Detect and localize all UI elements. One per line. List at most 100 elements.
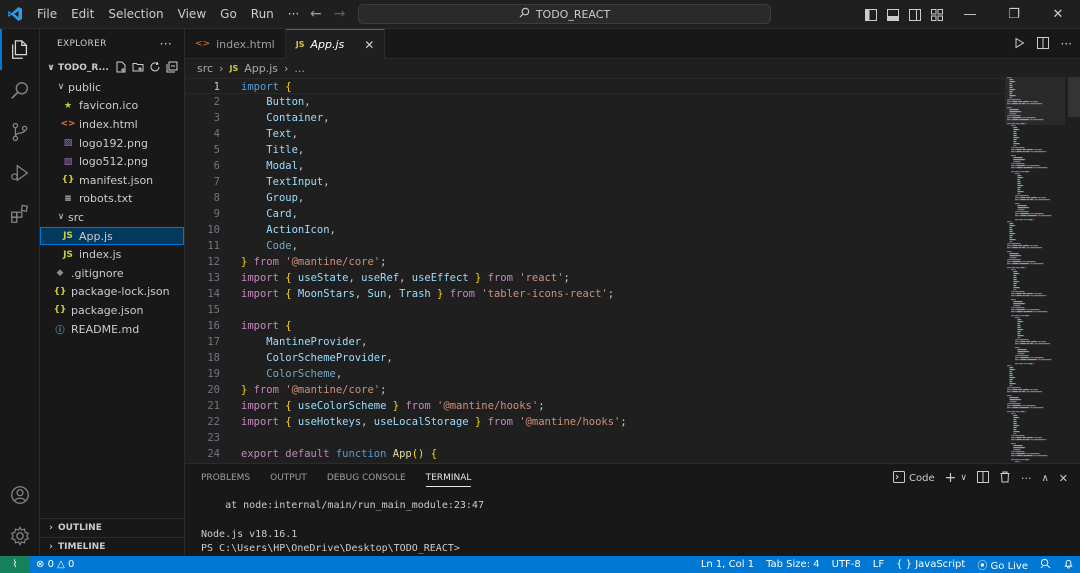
menu-item[interactable]: File xyxy=(30,0,64,29)
run-file-icon[interactable] xyxy=(1013,37,1025,52)
file-row[interactable]: JS index.js xyxy=(40,245,184,264)
encoding[interactable]: UTF-8 xyxy=(826,559,867,570)
minimap[interactable] xyxy=(1005,77,1065,509)
menu-item[interactable]: Go xyxy=(213,0,244,29)
code-editor[interactable]: 1 import {2 Button, 3 Container, 4 Text, 5 T… xyxy=(185,77,1005,463)
new-file-icon[interactable] xyxy=(115,61,127,76)
tab-label: App.js xyxy=(310,38,345,51)
tab-label: index.html xyxy=(216,37,275,51)
terminal-shell-label[interactable]: Code xyxy=(909,473,935,484)
command-center-search[interactable]: TODO_REACT xyxy=(358,4,771,24)
close-tab-icon[interactable]: ✕ xyxy=(364,38,374,52)
split-editor-icon[interactable] xyxy=(1036,36,1049,52)
file-row[interactable]: ★ favicon.ico xyxy=(40,97,184,116)
file-row[interactable]: ⓘ README.md xyxy=(40,320,184,339)
more-actions-icon[interactable]: ··· xyxy=(1021,472,1032,485)
breadcrumb-file[interactable]: App.js xyxy=(244,62,278,75)
toggle-panel-icon[interactable] xyxy=(882,0,904,29)
explorer-icon[interactable] xyxy=(0,29,40,70)
restore-icon[interactable]: ❐ xyxy=(992,0,1036,29)
tree-item-label: manifest.json xyxy=(79,173,154,187)
extensions-icon[interactable] xyxy=(0,193,40,234)
new-terminal-icon[interactable]: + xyxy=(945,470,957,486)
code-line: 19 ColorScheme, xyxy=(185,366,1005,382)
menu-item[interactable]: ··· xyxy=(281,0,306,29)
forward-arrow-icon[interactable]: → xyxy=(334,6,346,22)
file-row[interactable]: ▨ logo192.png xyxy=(40,134,184,153)
code-line: 22 import { useHotkeys, useLocalStorage }… xyxy=(185,414,1005,430)
toggle-secondary-sidebar-icon[interactable] xyxy=(904,0,926,29)
folder-row[interactable]: ∨ public xyxy=(40,78,184,97)
panel-tab-terminal[interactable]: TERMINAL xyxy=(425,473,472,487)
panel-tab-output[interactable]: OUTPUT xyxy=(270,473,307,483)
file-row[interactable]: {} package.json xyxy=(40,301,184,320)
remote-indicator[interactable]: ⌇ xyxy=(0,556,30,573)
breadcrumb-symbols[interactable]: ... xyxy=(294,62,305,75)
line-number: 16 xyxy=(207,320,220,332)
breadcrumb-folder[interactable]: src xyxy=(197,62,213,75)
file-row[interactable]: <> index.html xyxy=(40,115,184,134)
file-row[interactable]: ▨ logo512.png xyxy=(40,152,184,171)
panel-tab-problems[interactable]: PROBLEMS xyxy=(201,473,250,483)
more-actions-icon[interactable]: ··· xyxy=(160,37,172,51)
source-control-icon[interactable] xyxy=(0,111,40,152)
code-line: 13 import { useState, useRef, useEffect }… xyxy=(185,270,1005,286)
line-number: 17 xyxy=(207,336,220,348)
info-file-icon: ⓘ xyxy=(55,325,65,336)
panel-tab-debug-console[interactable]: DEBUG CONSOLE xyxy=(327,473,406,483)
maximize-panel-icon[interactable]: ∧ xyxy=(1041,473,1048,484)
line-number: 19 xyxy=(207,368,220,380)
close-panel-icon[interactable]: ✕ xyxy=(1059,472,1068,485)
back-arrow-icon[interactable]: ← xyxy=(310,6,322,22)
file-row[interactable]: {} manifest.json xyxy=(40,171,184,190)
project-folder-row[interactable]: ∨ TODO_R... xyxy=(40,58,184,78)
line-ending[interactable]: LF xyxy=(867,559,890,570)
folder-row[interactable]: ∨ src xyxy=(40,208,184,227)
chevron-down-icon[interactable]: ∨ xyxy=(960,473,967,483)
customize-layout-icon[interactable] xyxy=(926,0,948,29)
file-row[interactable]: ≡ robots.txt xyxy=(40,190,184,209)
editor-scrollbar[interactable] xyxy=(1068,77,1080,117)
chevron-right-icon: › xyxy=(219,61,224,75)
editor-tabs: <> index.html JS App.js ✕ ··· xyxy=(185,29,1080,59)
feedback-icon[interactable] xyxy=(1034,558,1057,572)
menu-item[interactable]: Run xyxy=(244,0,281,29)
go-live-button[interactable]: ⦿ Go Live xyxy=(971,557,1034,572)
code-text: TextInput, xyxy=(266,176,330,188)
minimize-icon[interactable]: — xyxy=(948,0,992,29)
notifications-bell-icon[interactable] xyxy=(1057,558,1080,572)
split-terminal-icon[interactable] xyxy=(976,470,989,486)
code-text: export default function App() { xyxy=(241,448,438,460)
language-label: JavaScript xyxy=(915,559,966,570)
menu-item[interactable]: Edit xyxy=(64,0,101,29)
line-number: 8 xyxy=(213,192,220,204)
accounts-icon[interactable] xyxy=(0,474,40,515)
timeline-section[interactable]: › TIMELINE xyxy=(40,537,185,556)
more-actions-icon[interactable]: ··· xyxy=(1061,37,1072,51)
manage-gear-icon[interactable] xyxy=(0,515,40,556)
new-folder-icon[interactable] xyxy=(132,61,144,76)
tab-app-js[interactable]: JS App.js ✕ xyxy=(285,29,386,59)
run-debug-icon[interactable] xyxy=(0,152,40,193)
trash-icon[interactable] xyxy=(999,471,1011,486)
search-view-icon[interactable] xyxy=(0,70,40,111)
collapse-all-icon[interactable] xyxy=(166,61,178,76)
tab-size[interactable]: Tab Size: 4 xyxy=(760,559,826,570)
close-window-icon[interactable]: ✕ xyxy=(1036,0,1080,29)
json-file-icon: {} xyxy=(53,305,67,316)
refresh-icon[interactable] xyxy=(149,61,161,76)
tab-index-html[interactable]: <> index.html xyxy=(185,29,286,59)
file-row[interactable]: ◆ .gitignore xyxy=(40,264,184,283)
toggle-primary-sidebar-icon[interactable] xyxy=(860,0,882,29)
language-mode[interactable]: { } JavaScript xyxy=(890,559,971,570)
menu-item[interactable]: View xyxy=(171,0,213,29)
file-row[interactable]: {} package-lock.json xyxy=(40,283,184,302)
file-row[interactable]: JS App.js xyxy=(40,226,184,246)
menu-item[interactable]: Selection xyxy=(101,0,170,29)
code-line: 3 Container, xyxy=(185,110,1005,126)
cursor-position[interactable]: Ln 1, Col 1 xyxy=(695,559,760,570)
problems-indicator[interactable]: ⊗ 0 △ 0 xyxy=(30,559,80,570)
explorer-title: EXPLORER xyxy=(57,38,107,49)
tree-item-label: index.js xyxy=(79,248,122,262)
outline-section[interactable]: › OUTLINE xyxy=(40,518,185,537)
